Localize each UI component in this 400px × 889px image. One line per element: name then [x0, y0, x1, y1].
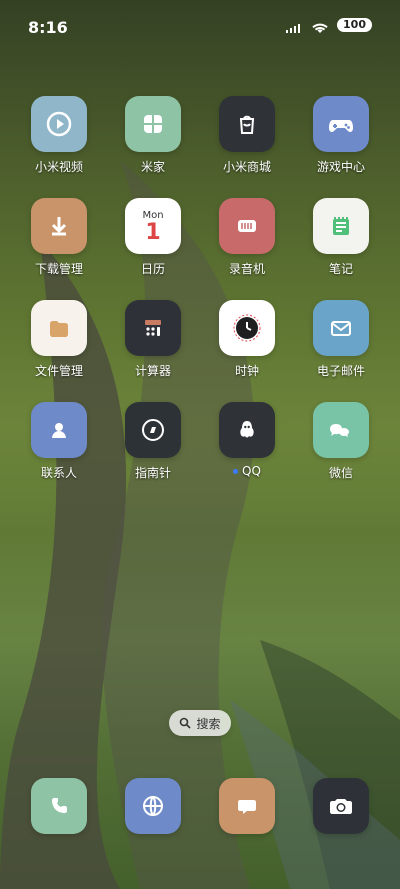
- camera-icon: [313, 778, 369, 834]
- dock-camera[interactable]: [298, 778, 384, 834]
- signal-icon: [285, 19, 303, 33]
- app-label: 时钟: [234, 364, 259, 378]
- search-icon: [179, 717, 192, 729]
- search-label: 搜索: [196, 716, 221, 731]
- globe-icon: [125, 778, 181, 834]
- app-wechat[interactable]: 微信: [298, 402, 384, 481]
- app-label: 游戏中心: [316, 160, 365, 174]
- status-time: 8:16: [28, 18, 68, 37]
- status-icons: 100: [285, 18, 372, 33]
- home-grid-icon: [125, 96, 181, 152]
- qq-label: QQ: [242, 464, 261, 478]
- app-label: 电子邮件: [316, 364, 365, 378]
- app-downloads[interactable]: 下载管理: [16, 198, 102, 277]
- app-label: 微信: [328, 466, 353, 480]
- app-clock[interactable]: 时钟: [204, 300, 290, 379]
- app-label: 指南针: [134, 466, 171, 480]
- home-screen: 8:16 100 小米视频 米家 小米商城 游戏中心 下载管理 Mon 1 日历…: [0, 0, 400, 889]
- calendar-date: 1: [145, 219, 161, 245]
- compass-icon: [125, 402, 181, 458]
- phone-icon: [31, 778, 87, 834]
- chat-bubbles-icon: [313, 402, 369, 458]
- play-icon: [31, 96, 87, 152]
- penguin-icon: [219, 402, 275, 458]
- recorder-icon: [219, 198, 275, 254]
- folder-icon: [31, 300, 87, 356]
- dock-phone[interactable]: [16, 778, 102, 834]
- shopping-bag-icon: [219, 96, 275, 152]
- app-notes[interactable]: 笔记: [298, 198, 384, 277]
- app-game-center[interactable]: 游戏中心: [298, 96, 384, 175]
- app-label: 笔记: [328, 262, 353, 276]
- app-label: 米家: [140, 160, 165, 174]
- download-icon: [31, 198, 87, 254]
- calendar-icon: Mon 1: [125, 198, 181, 254]
- dock-browser[interactable]: [110, 778, 196, 834]
- app-label: 日历: [140, 262, 165, 276]
- calculator-icon: [125, 300, 181, 356]
- app-label: 联系人: [40, 466, 77, 480]
- app-mi-store[interactable]: 小米商城: [204, 96, 290, 175]
- app-files[interactable]: 文件管理: [16, 300, 102, 379]
- app-mi-home[interactable]: 米家: [110, 96, 196, 175]
- app-label: 小米商城: [222, 160, 271, 174]
- contact-icon: [31, 402, 87, 458]
- wifi-icon: [311, 19, 329, 33]
- app-calculator[interactable]: 计算器: [110, 300, 196, 379]
- message-icon: [219, 778, 275, 834]
- notes-icon: [313, 198, 369, 254]
- app-label: 小米视频: [34, 160, 83, 174]
- app-contacts[interactable]: 联系人: [16, 402, 102, 481]
- clock-icon: [219, 300, 275, 356]
- search-pill[interactable]: 搜索: [169, 710, 231, 736]
- app-qq[interactable]: QQ: [204, 402, 290, 478]
- battery-icon: 100: [337, 18, 372, 32]
- app-mi-video[interactable]: 小米视频: [16, 96, 102, 175]
- app-calendar[interactable]: Mon 1 日历: [110, 198, 196, 277]
- notification-dot: [233, 469, 239, 474]
- dock-messages[interactable]: [204, 778, 290, 834]
- app-recorder[interactable]: 录音机: [204, 198, 290, 277]
- app-compass[interactable]: 指南针: [110, 402, 196, 481]
- app-label: QQ: [204, 464, 290, 478]
- status-bar: 8:16 100: [0, 0, 400, 56]
- app-label: 文件管理: [34, 364, 83, 378]
- app-label: 录音机: [228, 262, 265, 276]
- gamepad-icon: [313, 96, 369, 152]
- app-label: 计算器: [134, 364, 171, 378]
- app-email[interactable]: 电子邮件: [298, 300, 384, 379]
- mail-icon: [313, 300, 369, 356]
- app-label: 下载管理: [34, 262, 83, 276]
